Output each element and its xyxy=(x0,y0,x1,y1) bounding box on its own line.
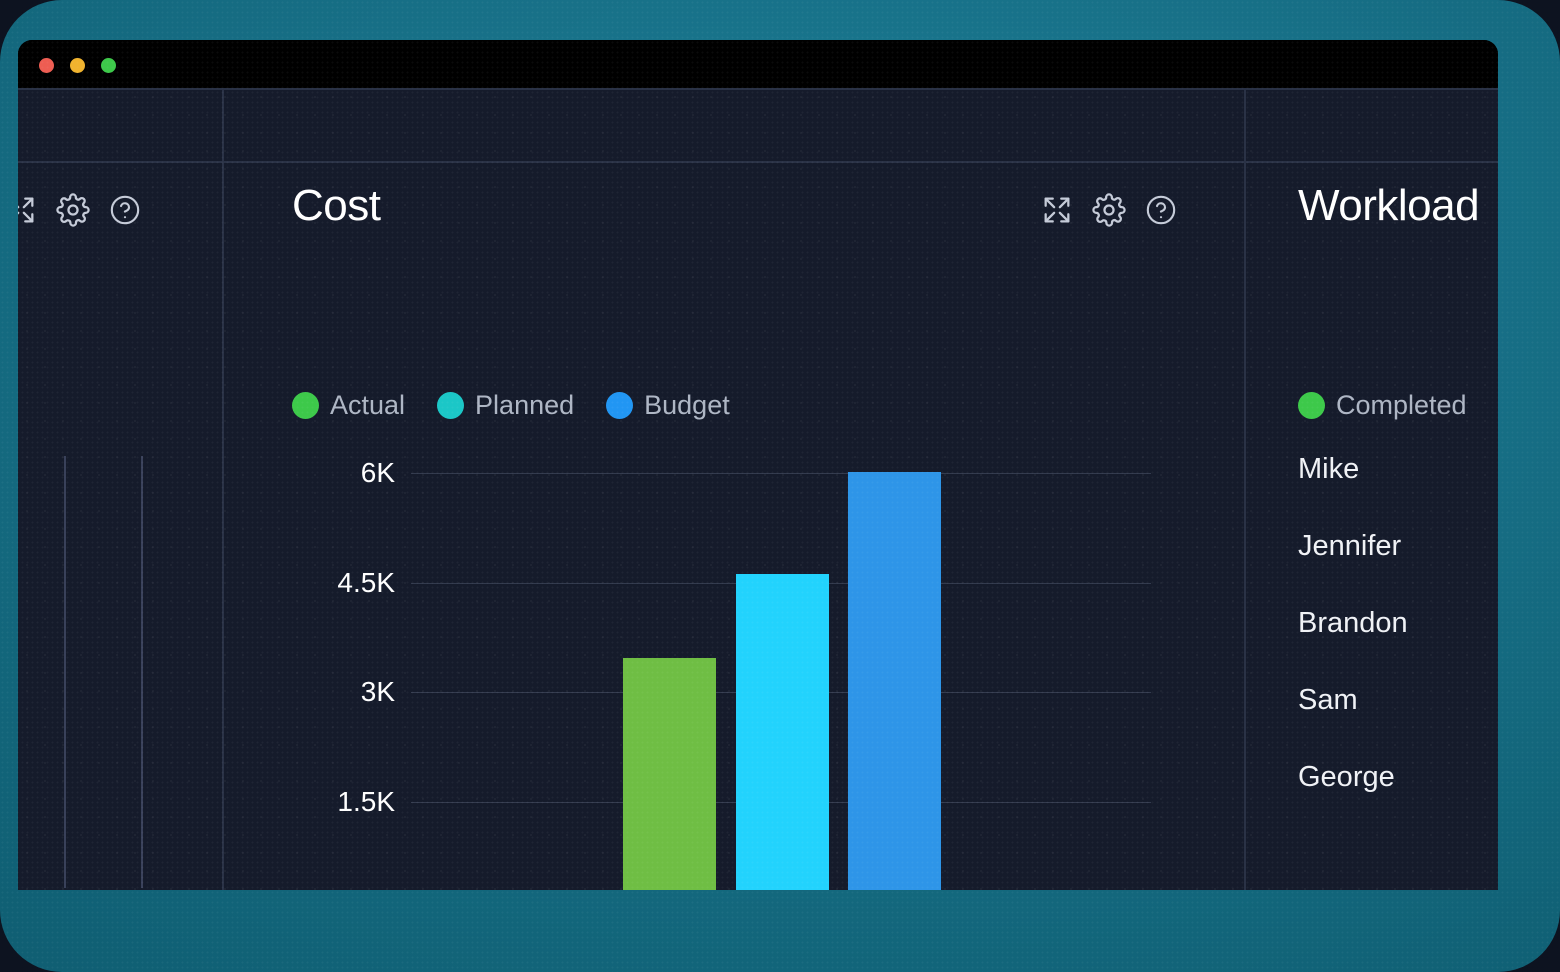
y-axis-tick-label: 4.5K xyxy=(337,566,395,598)
grid-divider-right xyxy=(1244,88,1246,890)
workload-title: Workload xyxy=(1298,181,1480,230)
window-titlebar[interactable] xyxy=(18,40,1498,88)
chart-legend: Actual Planned Budget xyxy=(292,390,748,421)
left-panel-toolbar xyxy=(18,193,142,227)
gear-icon[interactable] xyxy=(56,193,90,227)
list-item[interactable]: Brandon xyxy=(1298,607,1498,640)
legend-item[interactable]: Planned xyxy=(437,390,574,421)
panel-workload: Workload Completed Mike Jennifer Brandon Sa… xyxy=(1248,163,1498,890)
legend-label: Budget xyxy=(644,390,730,420)
window-maximize-button[interactable] xyxy=(101,58,116,73)
legend-swatch-planned xyxy=(437,392,465,419)
grid-divider-top xyxy=(18,88,1498,90)
bar-budget[interactable] xyxy=(848,472,941,890)
cost-bar-chart: $01.5K3K4.5K6K xyxy=(337,457,1151,890)
list-item[interactable]: Mike xyxy=(1298,453,1498,486)
legend-item[interactable]: Completed xyxy=(1298,390,1467,421)
panel-left-clipped: 75 100 xyxy=(18,163,222,890)
panel-cost: Cost Actual Planned Budget 1.5K 3K 4.5K … xyxy=(242,163,1244,890)
mini-chart-gridline-100 xyxy=(141,456,143,888)
chart-gridline: 6K xyxy=(361,457,1151,488)
legend-label: Planned xyxy=(475,390,575,420)
legend-swatch-budget xyxy=(606,392,634,419)
window-minimize-button[interactable] xyxy=(70,58,85,73)
list-item[interactable]: George xyxy=(1298,761,1498,794)
expand-icon[interactable] xyxy=(18,193,38,227)
dashboard-grid: 75 100 Cost xyxy=(18,88,1498,890)
y-axis-tick-label: 3K xyxy=(360,676,395,707)
bar-actual[interactable] xyxy=(623,657,716,890)
bar-planned[interactable] xyxy=(736,574,829,890)
legend-swatch-actual xyxy=(292,392,319,419)
legend-label: Actual xyxy=(330,390,406,420)
legend-swatch-completed xyxy=(1298,392,1325,419)
legend-item[interactable]: Budget xyxy=(606,390,730,421)
page-title: Cost xyxy=(292,181,381,230)
legend-item[interactable]: Actual xyxy=(292,390,405,421)
cost-panel-toolbar xyxy=(1040,193,1178,227)
legend-label: Completed xyxy=(1336,390,1467,420)
help-icon[interactable] xyxy=(1144,193,1178,227)
gear-icon[interactable] xyxy=(1092,193,1126,227)
workload-person-list: Mike Jennifer Brandon Sam George xyxy=(1298,453,1498,838)
help-icon[interactable] xyxy=(108,193,142,227)
expand-icon[interactable] xyxy=(1040,193,1074,227)
y-axis-tick-label: 6K xyxy=(360,457,395,488)
mini-chart-gridline-75 xyxy=(64,456,66,888)
app-backdrop: 75 100 Cost xyxy=(0,0,1560,972)
workload-legend: Completed xyxy=(1298,390,1485,421)
grid-divider-left xyxy=(222,88,224,890)
window-close-button[interactable] xyxy=(39,58,54,73)
list-item[interactable]: Sam xyxy=(1298,684,1498,717)
y-axis-tick-label: 1.5K xyxy=(337,785,395,817)
app-window: 75 100 Cost xyxy=(18,40,1498,890)
list-item[interactable]: Jennifer xyxy=(1298,530,1498,563)
